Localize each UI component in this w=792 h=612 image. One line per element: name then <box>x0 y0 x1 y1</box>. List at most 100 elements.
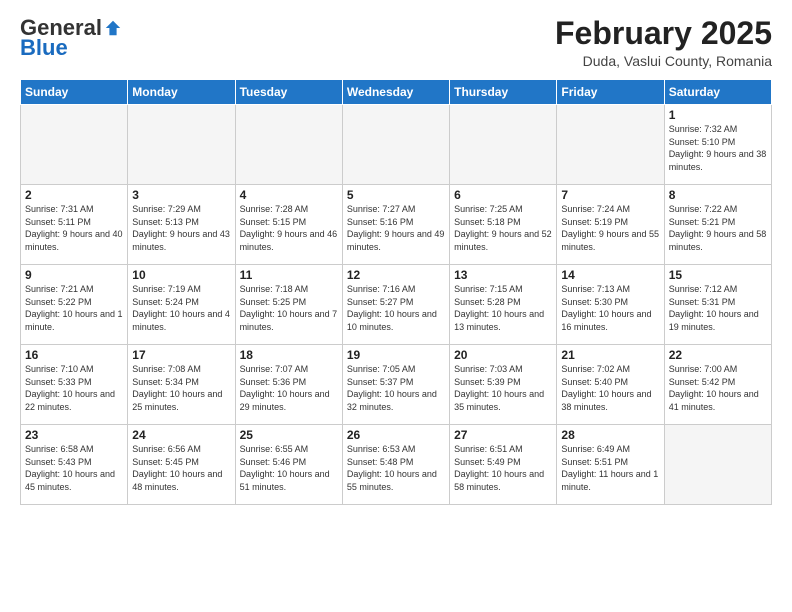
calendar-cell: 23Sunrise: 6:58 AM Sunset: 5:43 PM Dayli… <box>21 425 128 505</box>
calendar-cell <box>128 105 235 185</box>
day-info: Sunrise: 6:49 AM Sunset: 5:51 PM Dayligh… <box>561 443 659 493</box>
day-info: Sunrise: 7:13 AM Sunset: 5:30 PM Dayligh… <box>561 283 659 333</box>
calendar-cell: 27Sunrise: 6:51 AM Sunset: 5:49 PM Dayli… <box>450 425 557 505</box>
calendar: Sunday Monday Tuesday Wednesday Thursday… <box>20 79 772 505</box>
calendar-cell: 13Sunrise: 7:15 AM Sunset: 5:28 PM Dayli… <box>450 265 557 345</box>
header-tuesday: Tuesday <box>235 80 342 105</box>
day-info: Sunrise: 6:55 AM Sunset: 5:46 PM Dayligh… <box>240 443 338 493</box>
day-number: 15 <box>669 268 767 282</box>
day-number: 1 <box>669 108 767 122</box>
day-number: 20 <box>454 348 552 362</box>
logo: General Blue <box>20 16 122 60</box>
calendar-cell: 22Sunrise: 7:00 AM Sunset: 5:42 PM Dayli… <box>664 345 771 425</box>
calendar-week-3: 16Sunrise: 7:10 AM Sunset: 5:33 PM Dayli… <box>21 345 772 425</box>
day-info: Sunrise: 7:21 AM Sunset: 5:22 PM Dayligh… <box>25 283 123 333</box>
calendar-cell: 18Sunrise: 7:07 AM Sunset: 5:36 PM Dayli… <box>235 345 342 425</box>
calendar-cell <box>342 105 449 185</box>
day-info: Sunrise: 6:53 AM Sunset: 5:48 PM Dayligh… <box>347 443 445 493</box>
calendar-cell: 1Sunrise: 7:32 AM Sunset: 5:10 PM Daylig… <box>664 105 771 185</box>
day-info: Sunrise: 7:05 AM Sunset: 5:37 PM Dayligh… <box>347 363 445 413</box>
day-number: 3 <box>132 188 230 202</box>
day-number: 4 <box>240 188 338 202</box>
header-sunday: Sunday <box>21 80 128 105</box>
day-number: 9 <box>25 268 123 282</box>
day-number: 22 <box>669 348 767 362</box>
calendar-week-2: 9Sunrise: 7:21 AM Sunset: 5:22 PM Daylig… <box>21 265 772 345</box>
day-info: Sunrise: 7:03 AM Sunset: 5:39 PM Dayligh… <box>454 363 552 413</box>
calendar-cell: 28Sunrise: 6:49 AM Sunset: 5:51 PM Dayli… <box>557 425 664 505</box>
calendar-cell <box>450 105 557 185</box>
title-block: February 2025 Duda, Vaslui County, Roman… <box>555 16 772 69</box>
calendar-week-0: 1Sunrise: 7:32 AM Sunset: 5:10 PM Daylig… <box>21 105 772 185</box>
day-number: 24 <box>132 428 230 442</box>
calendar-cell: 17Sunrise: 7:08 AM Sunset: 5:34 PM Dayli… <box>128 345 235 425</box>
day-info: Sunrise: 7:29 AM Sunset: 5:13 PM Dayligh… <box>132 203 230 253</box>
calendar-week-4: 23Sunrise: 6:58 AM Sunset: 5:43 PM Dayli… <box>21 425 772 505</box>
logo-icon <box>104 19 122 37</box>
day-number: 23 <box>25 428 123 442</box>
header-monday: Monday <box>128 80 235 105</box>
day-info: Sunrise: 7:27 AM Sunset: 5:16 PM Dayligh… <box>347 203 445 253</box>
day-number: 5 <box>347 188 445 202</box>
day-number: 12 <box>347 268 445 282</box>
calendar-cell: 12Sunrise: 7:16 AM Sunset: 5:27 PM Dayli… <box>342 265 449 345</box>
header-friday: Friday <box>557 80 664 105</box>
header-wednesday: Wednesday <box>342 80 449 105</box>
day-number: 27 <box>454 428 552 442</box>
calendar-cell: 15Sunrise: 7:12 AM Sunset: 5:31 PM Dayli… <box>664 265 771 345</box>
day-info: Sunrise: 7:28 AM Sunset: 5:15 PM Dayligh… <box>240 203 338 253</box>
header-saturday: Saturday <box>664 80 771 105</box>
day-info: Sunrise: 7:00 AM Sunset: 5:42 PM Dayligh… <box>669 363 767 413</box>
day-info: Sunrise: 7:22 AM Sunset: 5:21 PM Dayligh… <box>669 203 767 253</box>
calendar-cell: 24Sunrise: 6:56 AM Sunset: 5:45 PM Dayli… <box>128 425 235 505</box>
day-info: Sunrise: 7:12 AM Sunset: 5:31 PM Dayligh… <box>669 283 767 333</box>
day-number: 16 <box>25 348 123 362</box>
day-info: Sunrise: 7:10 AM Sunset: 5:33 PM Dayligh… <box>25 363 123 413</box>
day-info: Sunrise: 7:18 AM Sunset: 5:25 PM Dayligh… <box>240 283 338 333</box>
calendar-cell: 2Sunrise: 7:31 AM Sunset: 5:11 PM Daylig… <box>21 185 128 265</box>
day-info: Sunrise: 7:31 AM Sunset: 5:11 PM Dayligh… <box>25 203 123 253</box>
calendar-cell: 10Sunrise: 7:19 AM Sunset: 5:24 PM Dayli… <box>128 265 235 345</box>
calendar-cell: 5Sunrise: 7:27 AM Sunset: 5:16 PM Daylig… <box>342 185 449 265</box>
day-number: 6 <box>454 188 552 202</box>
day-info: Sunrise: 7:25 AM Sunset: 5:18 PM Dayligh… <box>454 203 552 253</box>
day-number: 11 <box>240 268 338 282</box>
day-number: 19 <box>347 348 445 362</box>
header: General Blue February 2025 Duda, Vaslui … <box>20 16 772 69</box>
day-number: 17 <box>132 348 230 362</box>
calendar-cell: 20Sunrise: 7:03 AM Sunset: 5:39 PM Dayli… <box>450 345 557 425</box>
calendar-cell: 8Sunrise: 7:22 AM Sunset: 5:21 PM Daylig… <box>664 185 771 265</box>
header-thursday: Thursday <box>450 80 557 105</box>
day-info: Sunrise: 6:58 AM Sunset: 5:43 PM Dayligh… <box>25 443 123 493</box>
day-number: 13 <box>454 268 552 282</box>
calendar-week-1: 2Sunrise: 7:31 AM Sunset: 5:11 PM Daylig… <box>21 185 772 265</box>
subtitle: Duda, Vaslui County, Romania <box>555 53 772 69</box>
day-info: Sunrise: 7:24 AM Sunset: 5:19 PM Dayligh… <box>561 203 659 253</box>
day-info: Sunrise: 7:07 AM Sunset: 5:36 PM Dayligh… <box>240 363 338 413</box>
day-number: 14 <box>561 268 659 282</box>
day-number: 26 <box>347 428 445 442</box>
calendar-cell: 26Sunrise: 6:53 AM Sunset: 5:48 PM Dayli… <box>342 425 449 505</box>
logo-blue-text: Blue <box>20 36 68 60</box>
calendar-cell: 4Sunrise: 7:28 AM Sunset: 5:15 PM Daylig… <box>235 185 342 265</box>
day-number: 28 <box>561 428 659 442</box>
calendar-body: 1Sunrise: 7:32 AM Sunset: 5:10 PM Daylig… <box>21 105 772 505</box>
calendar-cell <box>664 425 771 505</box>
day-number: 8 <box>669 188 767 202</box>
calendar-cell: 11Sunrise: 7:18 AM Sunset: 5:25 PM Dayli… <box>235 265 342 345</box>
calendar-cell: 3Sunrise: 7:29 AM Sunset: 5:13 PM Daylig… <box>128 185 235 265</box>
calendar-cell: 14Sunrise: 7:13 AM Sunset: 5:30 PM Dayli… <box>557 265 664 345</box>
day-info: Sunrise: 7:32 AM Sunset: 5:10 PM Dayligh… <box>669 123 767 173</box>
calendar-cell: 25Sunrise: 6:55 AM Sunset: 5:46 PM Dayli… <box>235 425 342 505</box>
day-info: Sunrise: 6:56 AM Sunset: 5:45 PM Dayligh… <box>132 443 230 493</box>
calendar-cell: 6Sunrise: 7:25 AM Sunset: 5:18 PM Daylig… <box>450 185 557 265</box>
day-number: 10 <box>132 268 230 282</box>
day-number: 25 <box>240 428 338 442</box>
day-info: Sunrise: 7:19 AM Sunset: 5:24 PM Dayligh… <box>132 283 230 333</box>
calendar-cell: 7Sunrise: 7:24 AM Sunset: 5:19 PM Daylig… <box>557 185 664 265</box>
day-number: 2 <box>25 188 123 202</box>
day-info: Sunrise: 7:16 AM Sunset: 5:27 PM Dayligh… <box>347 283 445 333</box>
calendar-cell: 19Sunrise: 7:05 AM Sunset: 5:37 PM Dayli… <box>342 345 449 425</box>
month-title: February 2025 <box>555 16 772 51</box>
calendar-cell: 9Sunrise: 7:21 AM Sunset: 5:22 PM Daylig… <box>21 265 128 345</box>
